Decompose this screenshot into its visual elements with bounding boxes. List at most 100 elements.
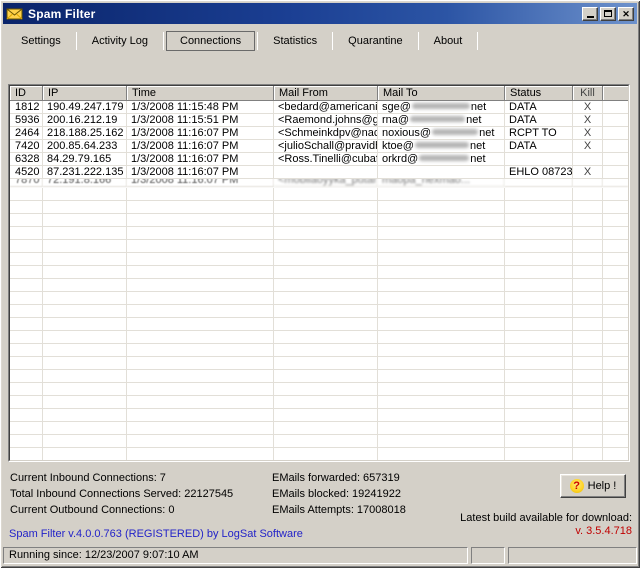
cell-time xyxy=(127,422,274,435)
table-row-empty xyxy=(10,201,628,214)
cell-mail-from: <mobiiaoyyka_putani... xyxy=(274,179,378,187)
cell-mail-from xyxy=(274,305,378,318)
cell-status xyxy=(505,214,573,227)
table-row-empty xyxy=(10,292,628,305)
cell-status xyxy=(505,396,573,409)
cell-filler xyxy=(603,227,628,240)
table-row[interactable]: 5936200.16.212.191/3/2008 11:15:51 PM<Ra… xyxy=(10,114,628,127)
kill-button[interactable]: X xyxy=(573,114,603,127)
cell-ip xyxy=(43,396,127,409)
table-row-empty xyxy=(10,383,628,396)
cell-id xyxy=(10,227,43,240)
column-header-kill[interactable]: Kill xyxy=(573,86,603,101)
kill-button xyxy=(573,396,603,409)
redacted-address xyxy=(415,142,469,148)
cell-status xyxy=(505,240,573,253)
kill-button xyxy=(573,292,603,305)
cell-mail-from xyxy=(274,409,378,422)
table-row[interactable]: 7420200.85.64.2331/3/2008 11:16:07 PM<ju… xyxy=(10,140,628,153)
tab-statistics[interactable]: Statistics xyxy=(260,32,330,50)
latest-build-version[interactable]: v. 3.5.4.718 xyxy=(460,525,632,538)
cell-ip xyxy=(43,279,127,292)
cell-mail-from xyxy=(274,201,378,214)
cell-status xyxy=(505,331,573,344)
column-header-status[interactable]: Status xyxy=(505,86,573,101)
cell-mail-from xyxy=(274,435,378,448)
cell-filler xyxy=(603,240,628,253)
cell-status xyxy=(505,305,573,318)
kill-button[interactable]: X xyxy=(573,127,603,140)
table-row-empty xyxy=(10,331,628,344)
tab-bar: Settings Activity Log Connections Statis… xyxy=(8,30,632,52)
cell-status xyxy=(505,448,573,460)
kill-button[interactable]: X xyxy=(573,166,603,179)
cell-ip xyxy=(43,344,127,357)
cell-id xyxy=(10,331,43,344)
cell-status: DATA xyxy=(505,101,573,114)
cell-mail-to xyxy=(378,292,505,305)
column-header-time[interactable]: Time xyxy=(127,86,274,101)
cell-id xyxy=(10,253,43,266)
cell-time xyxy=(127,435,274,448)
cell-time xyxy=(127,240,274,253)
cell-ip xyxy=(43,240,127,253)
redacted-address xyxy=(419,155,469,161)
cell-id: 7420 xyxy=(10,140,43,153)
table-row[interactable]: 632884.29.79.1651/3/2008 11:16:07 PM<Ros… xyxy=(10,153,628,166)
cell-mail-from xyxy=(274,357,378,370)
column-header-filler xyxy=(603,86,628,101)
cell-ip xyxy=(43,292,127,305)
cell-id xyxy=(10,422,43,435)
cell-time: 1/3/2008 11:15:48 PM xyxy=(127,101,274,114)
tab-settings[interactable]: Settings xyxy=(8,32,74,50)
cell-id xyxy=(10,305,43,318)
tab-quarantine[interactable]: Quarantine xyxy=(335,32,415,50)
cell-mail-from xyxy=(274,396,378,409)
table-row-empty xyxy=(10,305,628,318)
tab-connections[interactable]: Connections xyxy=(166,31,255,51)
table-row-empty xyxy=(10,357,628,370)
column-header-mailto[interactable]: Mail To xyxy=(378,86,505,101)
table-row[interactable]: 452087.231.222.1351/3/2008 11:16:07 PMEH… xyxy=(10,166,628,179)
table-row[interactable]: 787072.191.8.1661/3/2008 11:16:07 PM<mob… xyxy=(10,179,628,187)
cell-id xyxy=(10,292,43,305)
cell-mail-to xyxy=(378,435,505,448)
close-button[interactable]: ✕ xyxy=(618,7,634,21)
kill-button xyxy=(573,253,603,266)
kill-button xyxy=(573,305,603,318)
table-row[interactable]: 1812190.49.247.1791/3/2008 11:15:48 PM<b… xyxy=(10,101,628,114)
cell-ip xyxy=(43,253,127,266)
cell-id xyxy=(10,240,43,253)
cell-time xyxy=(127,266,274,279)
kill-button xyxy=(573,448,603,460)
cell-ip xyxy=(43,383,127,396)
cell-status xyxy=(505,344,573,357)
cell-time xyxy=(127,188,274,201)
kill-button[interactable]: X xyxy=(573,140,603,153)
help-button[interactable]: ? Help ! xyxy=(560,474,626,498)
stat-current-outbound: Current Outbound Connections:0 xyxy=(10,502,233,518)
table-row-empty xyxy=(10,435,628,448)
table-row[interactable]: 2464218.188.25.1621/3/2008 11:16:07 PM<S… xyxy=(10,127,628,140)
cell-mail-to xyxy=(378,240,505,253)
cell-mail-from xyxy=(274,253,378,266)
cell-mail-to: noxious@net xyxy=(378,127,505,140)
cell-mail-to xyxy=(378,409,505,422)
column-header-mailfrom[interactable]: Mail From xyxy=(274,86,378,101)
status-panel-large xyxy=(508,547,637,564)
column-header-ip[interactable]: IP xyxy=(43,86,127,101)
kill-button[interactable]: X xyxy=(573,101,603,114)
kill-button xyxy=(573,409,603,422)
cell-mail-to xyxy=(378,201,505,214)
kill-button xyxy=(573,153,603,166)
stat-emails-forwarded: EMails forwarded:657319 xyxy=(272,470,406,486)
tab-about[interactable]: About xyxy=(421,32,476,50)
tab-activity-log[interactable]: Activity Log xyxy=(79,32,161,50)
cell-filler xyxy=(603,357,628,370)
registration-link[interactable]: Spam Filter v.4.0.0.763 (REGISTERED) by … xyxy=(9,528,303,540)
cell-filler xyxy=(603,331,628,344)
minimize-button[interactable] xyxy=(582,7,598,21)
column-header-id[interactable]: ID xyxy=(10,86,43,101)
maximize-button[interactable] xyxy=(600,7,616,21)
cell-mail-from xyxy=(274,166,378,179)
